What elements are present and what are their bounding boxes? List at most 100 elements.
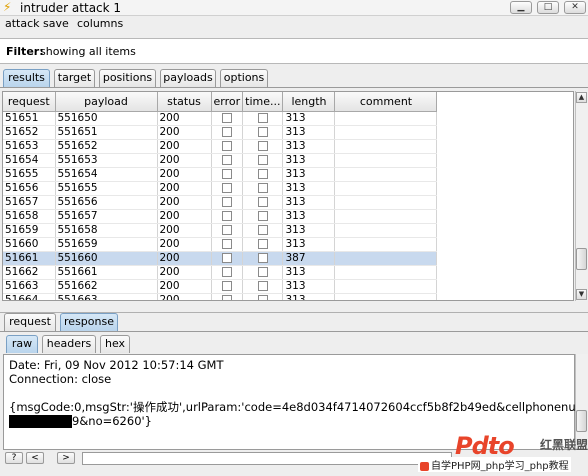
error-checkbox[interactable]	[221, 210, 232, 221]
error-checkbox[interactable]	[221, 154, 232, 165]
tab-response[interactable]: response	[60, 313, 118, 331]
cell-error	[211, 279, 244, 294]
timeout-checkbox[interactable]	[257, 238, 268, 249]
table-row[interactable]: 51652 551651 200 313	[3, 125, 438, 140]
cell-request: 51659	[3, 223, 56, 238]
cell-comment	[334, 237, 438, 252]
cell-payload: 551654	[55, 167, 158, 182]
error-checkbox[interactable]	[221, 112, 232, 123]
cell-payload: 551655	[55, 181, 158, 196]
col-header-payload[interactable]: payload	[55, 92, 158, 112]
timeout-checkbox[interactable]	[257, 210, 268, 221]
cell-payload: 551657	[55, 209, 158, 224]
tab-positions[interactable]: positions	[99, 69, 156, 87]
menu-attack[interactable]: attack	[5, 17, 40, 31]
table-row[interactable]: 51651 551650 200 313	[3, 111, 438, 126]
minimize-icon[interactable]: ▁	[510, 1, 532, 14]
error-checkbox[interactable]	[221, 238, 232, 249]
response-line-connection: Connection: close	[9, 372, 112, 386]
error-checkbox[interactable]	[221, 140, 232, 151]
error-checkbox[interactable]	[221, 224, 232, 235]
table-row[interactable]: 51657 551656 200 313	[3, 195, 438, 210]
col-header-length[interactable]: length	[282, 92, 336, 112]
cell-comment	[334, 209, 438, 224]
error-checkbox[interactable]	[221, 168, 232, 179]
error-checkbox[interactable]	[221, 182, 232, 193]
error-checkbox[interactable]	[221, 280, 232, 291]
cell-error	[211, 195, 244, 210]
col-header-timeout[interactable]: time...	[242, 92, 284, 112]
table-row[interactable]: 51663 551662 200 313	[3, 279, 438, 294]
error-checkbox[interactable]	[221, 126, 232, 137]
cell-length: 313	[282, 181, 336, 196]
tab-payloads[interactable]: payloads	[160, 69, 216, 87]
cell-error	[211, 167, 244, 182]
search-input[interactable]	[82, 452, 452, 465]
tab-headers[interactable]: headers	[42, 335, 96, 353]
response-scroll-thumb[interactable]	[576, 410, 587, 432]
cell-status: 200	[157, 195, 212, 210]
cell-timeout	[242, 265, 284, 280]
cell-request: 51657	[3, 195, 56, 210]
table-row[interactable]: 51654 551653 200 313	[3, 153, 438, 168]
tab-target[interactable]: target	[54, 69, 95, 87]
cell-request: 51651	[3, 111, 56, 126]
timeout-checkbox[interactable]	[257, 196, 268, 207]
timeout-checkbox[interactable]	[257, 112, 268, 123]
timeout-checkbox[interactable]	[257, 140, 268, 151]
error-checkbox[interactable]	[221, 196, 232, 207]
error-checkbox[interactable]	[221, 252, 232, 263]
cell-error	[211, 251, 244, 266]
table-row[interactable]: 51658 551657 200 313	[3, 209, 438, 224]
menu-columns[interactable]: columns	[77, 17, 123, 31]
error-checkbox[interactable]	[221, 294, 232, 300]
table-row[interactable]: 51655 551654 200 313	[3, 167, 438, 182]
next-button[interactable]: >	[57, 452, 75, 464]
timeout-checkbox[interactable]	[257, 126, 268, 137]
filter-text[interactable]: showing all items	[40, 45, 136, 58]
cell-timeout	[242, 251, 284, 266]
error-checkbox[interactable]	[221, 266, 232, 277]
cell-error	[211, 209, 244, 224]
tab-raw[interactable]: raw	[6, 335, 38, 353]
table-scroll-thumb[interactable]	[576, 248, 587, 270]
cell-comment	[334, 251, 438, 266]
scroll-down-icon[interactable]: ▼	[576, 289, 587, 300]
cell-status: 200	[157, 237, 212, 252]
table-row[interactable]: 51653 551652 200 313	[3, 139, 438, 154]
timeout-checkbox[interactable]	[257, 252, 268, 263]
timeout-checkbox[interactable]	[257, 168, 268, 179]
tab-request[interactable]: request	[4, 313, 56, 331]
table-row[interactable]: 51656 551655 200 313	[3, 181, 438, 196]
timeout-checkbox[interactable]	[257, 182, 268, 193]
col-header-comment[interactable]: comment	[334, 92, 438, 112]
tab-results[interactable]: results	[3, 69, 50, 87]
col-header-status[interactable]: status	[157, 92, 212, 112]
cell-length: 313	[282, 125, 336, 140]
tab-options[interactable]: options	[220, 69, 268, 87]
cell-comment	[334, 153, 438, 168]
filter-label: Filter:	[6, 45, 44, 58]
response-blank-line	[9, 386, 569, 400]
table-row[interactable]: 51661 551660 200 387	[3, 251, 438, 266]
col-header-request[interactable]: request	[3, 92, 56, 112]
results-table[interactable]: request payload status error time... len…	[2, 91, 574, 301]
tab-hex[interactable]: hex	[100, 335, 130, 353]
timeout-checkbox[interactable]	[257, 154, 268, 165]
close-icon[interactable]: ✕	[564, 1, 586, 14]
table-row[interactable]: 51662 551661 200 313	[3, 265, 438, 280]
timeout-checkbox[interactable]	[257, 294, 268, 300]
tab-divider	[0, 87, 588, 88]
cell-timeout	[242, 125, 284, 140]
table-row[interactable]: 51659 551658 200 313	[3, 223, 438, 238]
table-row[interactable]: 51664 551663 200 313	[3, 293, 438, 300]
maximize-icon[interactable]: □	[537, 1, 559, 14]
timeout-checkbox[interactable]	[257, 224, 268, 235]
col-header-error[interactable]: error	[211, 92, 244, 112]
timeout-checkbox[interactable]	[257, 280, 268, 291]
timeout-checkbox[interactable]	[257, 266, 268, 277]
cell-timeout	[242, 181, 284, 196]
menu-save[interactable]: save	[43, 17, 69, 31]
scroll-up-icon[interactable]: ▲	[576, 92, 587, 103]
table-row[interactable]: 51660 551659 200 313	[3, 237, 438, 252]
